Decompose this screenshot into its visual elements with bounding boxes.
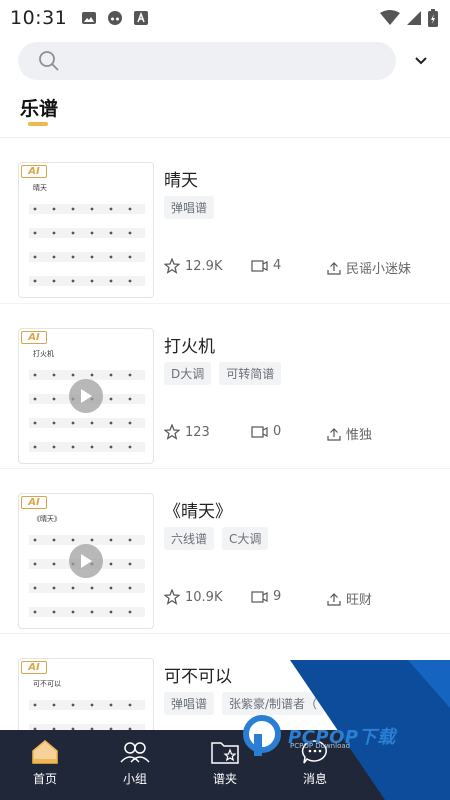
tag-list: 六线谱 C大调 — [164, 527, 269, 550]
comment-video-icon — [251, 590, 268, 603]
nav-item-group[interactable]: 小组 — [90, 730, 180, 800]
play-icon[interactable] — [69, 544, 103, 578]
home-icon — [29, 738, 61, 766]
thumbnail-title: 《晴天》 — [33, 515, 61, 523]
uploader-stat[interactable]: 惟独 — [327, 424, 372, 443]
comments-stat[interactable]: 0 — [251, 424, 281, 439]
thumbnail-title: 晴天 — [33, 184, 47, 192]
uploader-name: 民谣小迷妹 — [346, 262, 412, 277]
star-icon — [164, 589, 180, 605]
search-row — [0, 36, 450, 86]
thumbnail-title: 可不可以 — [33, 680, 61, 688]
score-title[interactable]: 打火机 — [164, 332, 215, 357]
favorites-count: 10.9K — [185, 589, 223, 605]
text-app-icon — [134, 11, 149, 25]
stats-row: 123 0 惟独 — [164, 424, 434, 444]
upload-icon — [327, 261, 341, 275]
headset-app-icon — [108, 11, 123, 25]
ai-badge: AI — [21, 331, 47, 344]
list-item[interactable]: AI 打火机 打火机 D大调 可转简谱 123 0 惟独 — [0, 303, 450, 468]
nav-item-home[interactable]: 首页 — [0, 730, 90, 800]
ai-badge: AI — [21, 165, 47, 178]
status-time: 10:31 — [10, 7, 68, 29]
search-icon — [39, 51, 59, 71]
nav-label: 小组 — [122, 772, 147, 786]
uploader-stat[interactable]: 旺财 — [327, 589, 372, 608]
watermark-sub: PCPOP Download — [290, 742, 351, 750]
group-icon — [119, 738, 151, 766]
score-thumbnail[interactable]: AI 晴天 — [18, 162, 154, 298]
tab-sheet-music[interactable]: 乐谱 — [20, 94, 58, 121]
favorites-stat[interactable]: 123 — [164, 424, 210, 440]
uploader-stat[interactable]: 民谣小迷妹 — [327, 258, 411, 277]
tag-list: 弹唱谱 — [164, 196, 215, 219]
stats-row: 10.9K 9 旺财 — [164, 589, 434, 609]
comments-stat[interactable]: 4 — [251, 258, 281, 273]
image-icon — [82, 12, 97, 24]
score-thumbnail[interactable]: AI 打火机 — [18, 328, 154, 464]
stats-row: 12.9K 4 民谣小迷妹 — [164, 258, 434, 278]
tab-indicator — [28, 122, 48, 126]
comments-count: 9 — [273, 589, 282, 604]
comments-stat[interactable]: 9 — [251, 589, 281, 604]
tag[interactable]: C大调 — [222, 527, 269, 550]
tab-bar: 乐谱 — [0, 86, 450, 138]
signal-icon — [407, 11, 421, 25]
tag[interactable]: D大调 — [164, 362, 212, 385]
chevron-down-icon[interactable] — [414, 54, 428, 68]
list-item[interactable]: AI 晴天 晴天 弹唱谱 12.9K 4 民谣小迷妹 — [0, 138, 450, 303]
score-thumbnail[interactable]: AI 《晴天》 — [18, 493, 154, 629]
comments-count: 0 — [273, 424, 282, 439]
folder-star-icon — [209, 738, 241, 766]
upload-icon — [327, 427, 341, 441]
ai-badge: AI — [21, 496, 47, 509]
tag[interactable]: 弹唱谱 — [164, 196, 215, 219]
star-icon — [164, 258, 180, 274]
tag[interactable]: 弹唱谱 — [164, 692, 215, 715]
score-title[interactable]: 《晴天》 — [164, 497, 232, 522]
nav-label: 首页 — [32, 772, 57, 786]
tag[interactable]: 六线谱 — [164, 527, 215, 550]
ai-badge: AI — [21, 661, 47, 674]
score-title[interactable]: 晴天 — [164, 166, 198, 191]
uploader-name: 旺财 — [346, 593, 373, 608]
status-bar: 10:31 — [0, 0, 450, 36]
comment-video-icon — [251, 425, 268, 438]
favorites-stat[interactable]: 10.9K — [164, 589, 222, 605]
battery-charging-icon — [428, 9, 438, 27]
favorites-count: 123 — [185, 424, 210, 440]
comments-count: 4 — [273, 258, 282, 273]
upload-icon — [327, 592, 341, 606]
tag[interactable]: 可转简谱 — [219, 362, 282, 385]
tag-list: D大调 可转简谱 — [164, 362, 282, 385]
search-input[interactable] — [18, 42, 396, 80]
score-title[interactable]: 可不可以 — [164, 662, 232, 687]
list-item[interactable]: AI 《晴天》 《晴天》 六线谱 C大调 10.9K 9 旺财 — [0, 468, 450, 633]
nav-label: 谱夹 — [212, 772, 237, 786]
star-icon — [164, 424, 180, 440]
watermark-p-icon — [243, 715, 281, 756]
favorites-count: 12.9K — [185, 258, 223, 274]
play-icon[interactable] — [69, 379, 103, 413]
comment-video-icon — [251, 259, 268, 272]
favorites-stat[interactable]: 12.9K — [164, 258, 222, 274]
wifi-icon — [380, 10, 400, 25]
uploader-name: 惟独 — [346, 428, 373, 443]
thumbnail-title: 打火机 — [33, 350, 54, 358]
